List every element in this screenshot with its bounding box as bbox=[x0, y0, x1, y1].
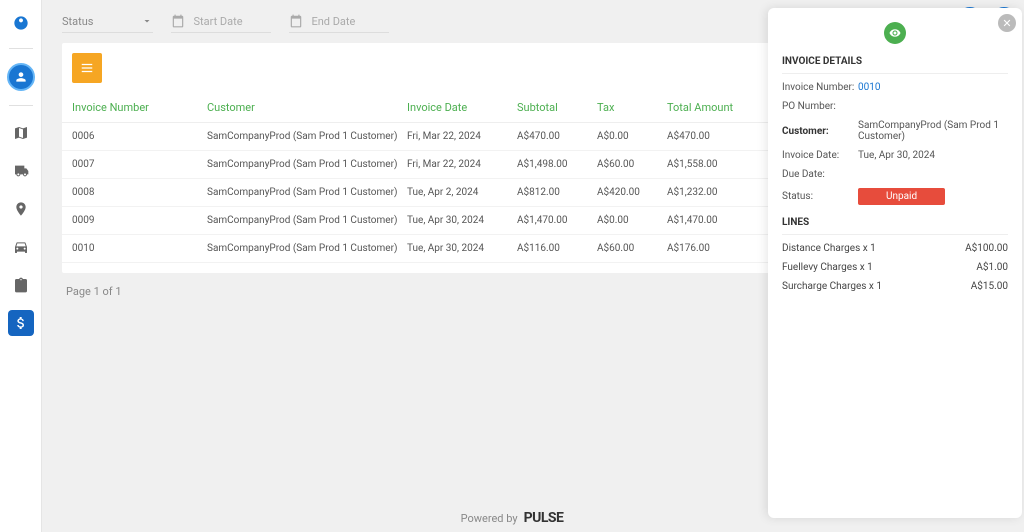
user-avatar[interactable] bbox=[7, 63, 35, 91]
col-invoice-number[interactable]: Invoice Number bbox=[72, 101, 207, 114]
cell-total: A$1,558.00 bbox=[667, 159, 767, 170]
cell-total: A$176.00 bbox=[667, 243, 767, 254]
cell-date: Tue, Apr 30, 2024 bbox=[407, 215, 517, 226]
line-item: Fuellevy Charges x 1 A$1.00 bbox=[782, 262, 1008, 273]
cell-subtotal: A$812.00 bbox=[517, 187, 597, 198]
footer: Powered by PULSE bbox=[461, 510, 564, 526]
detail-status: Status: Unpaid bbox=[782, 188, 1008, 205]
detail-invoice-date: Invoice Date: Tue, Apr 30, 2024 bbox=[782, 150, 1008, 161]
cell-tax: A$420.00 bbox=[597, 187, 667, 198]
list-view-tab[interactable] bbox=[72, 53, 102, 83]
cell-total: A$1,232.00 bbox=[667, 187, 767, 198]
invoice-detail-panel: ✕ INVOICE DETAILS Invoice Number: 0010 P… bbox=[768, 8, 1022, 518]
status-badge: Unpaid bbox=[858, 188, 945, 205]
detail-invoice-number: Invoice Number: 0010 bbox=[782, 82, 1008, 93]
cell-date: Fri, Mar 22, 2024 bbox=[407, 131, 517, 142]
view-badge bbox=[884, 22, 906, 44]
col-invoice-date[interactable]: Invoice Date bbox=[407, 101, 517, 114]
cell-date: Fri, Mar 22, 2024 bbox=[407, 159, 517, 170]
sidebar-item-vehicle[interactable] bbox=[8, 234, 34, 260]
line-label: Fuellevy Charges x 1 bbox=[782, 262, 873, 273]
chevron-down-icon bbox=[141, 15, 153, 27]
line-item: Distance Charges x 1 A$100.00 bbox=[782, 243, 1008, 254]
detail-po-number: PO Number: bbox=[782, 101, 1008, 112]
sidebar-item-clipboard[interactable] bbox=[8, 272, 34, 298]
close-button[interactable]: ✕ bbox=[998, 14, 1016, 32]
calendar-icon bbox=[289, 14, 303, 28]
sidebar bbox=[0, 0, 42, 532]
calendar-icon bbox=[171, 14, 185, 28]
list-icon bbox=[80, 61, 94, 75]
line-amount: A$100.00 bbox=[965, 243, 1008, 254]
detail-customer: Customer: SamCompanyProd (Sam Prod 1 Cus… bbox=[782, 120, 1008, 142]
cell-invoice-number: 0009 bbox=[72, 215, 207, 226]
app-logo bbox=[10, 12, 32, 34]
cell-subtotal: A$1,470.00 bbox=[517, 215, 597, 226]
cell-date: Tue, Apr 30, 2024 bbox=[407, 243, 517, 254]
eye-icon bbox=[889, 27, 901, 39]
cell-customer: SamCompanyProd (Sam Prod 1 Customer) bbox=[207, 215, 407, 226]
close-icon: ✕ bbox=[1002, 17, 1011, 30]
col-customer[interactable]: Customer bbox=[207, 101, 407, 114]
sidebar-item-truck[interactable] bbox=[8, 158, 34, 184]
footer-brand: PULSE bbox=[524, 510, 564, 526]
sidebar-item-location[interactable] bbox=[8, 196, 34, 222]
invoice-number-link[interactable]: 0010 bbox=[858, 82, 880, 93]
sidebar-item-map[interactable] bbox=[8, 120, 34, 146]
cell-subtotal: A$116.00 bbox=[517, 243, 597, 254]
cell-subtotal: A$470.00 bbox=[517, 131, 597, 142]
start-date-input[interactable]: Start Date bbox=[171, 10, 271, 33]
line-label: Distance Charges x 1 bbox=[782, 243, 876, 254]
powered-by-label: Powered by bbox=[461, 512, 518, 525]
divider bbox=[9, 105, 33, 106]
cell-invoice-number: 0006 bbox=[72, 131, 207, 142]
col-subtotal[interactable]: Subtotal bbox=[517, 101, 597, 114]
detail-due-date: Due Date: bbox=[782, 169, 1008, 180]
sidebar-item-billing[interactable] bbox=[8, 310, 34, 336]
cell-date: Tue, Apr 2, 2024 bbox=[407, 187, 517, 198]
cell-customer: SamCompanyProd (Sam Prod 1 Customer) bbox=[207, 243, 407, 254]
cell-tax: A$0.00 bbox=[597, 215, 667, 226]
status-filter[interactable]: Status bbox=[62, 11, 153, 33]
line-amount: A$1.00 bbox=[976, 262, 1008, 273]
cell-invoice-number: 0010 bbox=[72, 243, 207, 254]
status-label: Status bbox=[62, 15, 93, 28]
end-date-input[interactable]: End Date bbox=[289, 10, 389, 33]
col-total[interactable]: Total Amount bbox=[667, 101, 767, 114]
invoice-details-heading: INVOICE DETAILS bbox=[782, 56, 1008, 74]
line-item: Surcharge Charges x 1 A$15.00 bbox=[782, 281, 1008, 292]
cell-customer: SamCompanyProd (Sam Prod 1 Customer) bbox=[207, 131, 407, 142]
cell-subtotal: A$1,498.00 bbox=[517, 159, 597, 170]
col-tax[interactable]: Tax bbox=[597, 101, 667, 114]
cell-total: A$470.00 bbox=[667, 131, 767, 142]
cell-invoice-number: 0007 bbox=[72, 159, 207, 170]
line-amount: A$15.00 bbox=[971, 281, 1008, 292]
cell-tax: A$60.00 bbox=[597, 243, 667, 254]
cell-tax: A$60.00 bbox=[597, 159, 667, 170]
divider bbox=[9, 48, 33, 49]
cell-customer: SamCompanyProd (Sam Prod 1 Customer) bbox=[207, 159, 407, 170]
cell-customer: SamCompanyProd (Sam Prod 1 Customer) bbox=[207, 187, 407, 198]
lines-heading: LINES bbox=[782, 217, 1008, 235]
cell-tax: A$0.00 bbox=[597, 131, 667, 142]
line-label: Surcharge Charges x 1 bbox=[782, 281, 882, 292]
cell-total: A$1,470.00 bbox=[667, 215, 767, 226]
cell-invoice-number: 0008 bbox=[72, 187, 207, 198]
